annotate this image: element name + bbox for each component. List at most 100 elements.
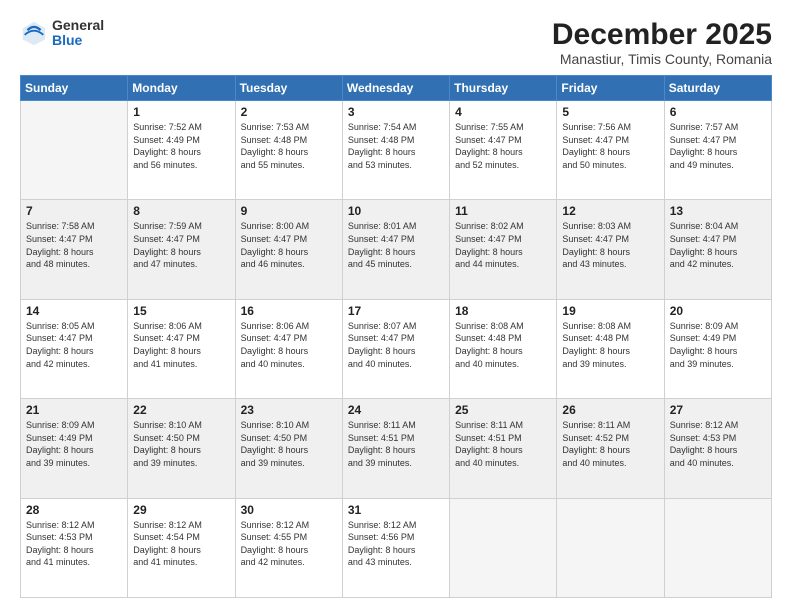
day-number: 19 [562, 304, 658, 318]
calendar-cell [557, 498, 664, 597]
calendar-cell: 21 Sunrise: 8:09 AM Sunset: 4:49 PM Dayli… [21, 399, 128, 498]
day-number: 21 [26, 403, 122, 417]
calendar-cell: 31Sunrise: 8:12 AM Sunset: 4:56 PM Dayli… [342, 498, 449, 597]
day-number: 7 [26, 204, 122, 218]
page: General Blue December 2025 Manastiur, Ti… [0, 0, 792, 612]
calendar-cell: 26 Sunrise: 8:11 AM Sunset: 4:52 PM Dayli… [557, 399, 664, 498]
day-number: 11 [455, 204, 551, 218]
calendar-cell: 2 Sunrise: 7:53 AM Sunset: 4:48 PM Daylig… [235, 101, 342, 200]
day-number: 12 [562, 204, 658, 218]
calendar-cell: 5 Sunrise: 7:56 AM Sunset: 4:47 PM Daylig… [557, 101, 664, 200]
calendar-cell: 29Sunrise: 8:12 AM Sunset: 4:54 PM Dayli… [128, 498, 235, 597]
day-number: 29 [133, 503, 229, 517]
day-number: 18 [455, 304, 551, 318]
calendar-week-3: 14Sunrise: 8:05 AM Sunset: 4:47 PM Dayli… [21, 299, 772, 398]
day-number: 4 [455, 105, 551, 119]
day-number: 16 [241, 304, 337, 318]
calendar-week-5: 28 Sunrise: 8:12 AM Sunset: 4:53 PM Dayli… [21, 498, 772, 597]
calendar-cell: 11 Sunrise: 8:02 AM Sunset: 4:47 PM Dayli… [450, 200, 557, 299]
calendar-week-4: 21 Sunrise: 8:09 AM Sunset: 4:49 PM Dayli… [21, 399, 772, 498]
day-number: 26 [562, 403, 658, 417]
logo-text: General Blue [52, 18, 104, 49]
calendar-cell: 28 Sunrise: 8:12 AM Sunset: 4:53 PM Dayli… [21, 498, 128, 597]
day-info: Sunrise: 7:53 AM Sunset: 4:48 PM Dayligh… [241, 121, 337, 171]
day-number: 8 [133, 204, 229, 218]
calendar-cell [450, 498, 557, 597]
day-info: Sunrise: 7:58 AM Sunset: 4:47 PM Dayligh… [26, 220, 122, 270]
day-info: Sunrise: 8:09 AM Sunset: 4:49 PM Dayligh… [670, 320, 766, 370]
day-number: 20 [670, 304, 766, 318]
calendar-cell: 19 Sunrise: 8:08 AM Sunset: 4:48 PM Dayli… [557, 299, 664, 398]
calendar-week-2: 7 Sunrise: 7:58 AM Sunset: 4:47 PM Daylig… [21, 200, 772, 299]
calendar-cell: 22 Sunrise: 8:10 AM Sunset: 4:50 PM Dayli… [128, 399, 235, 498]
day-number: 25 [455, 403, 551, 417]
calendar-week-1: 1Sunrise: 7:52 AM Sunset: 4:49 PM Daylig… [21, 101, 772, 200]
day-info: Sunrise: 8:10 AM Sunset: 4:50 PM Dayligh… [133, 419, 229, 469]
header: General Blue December 2025 Manastiur, Ti… [20, 18, 772, 67]
day-info: Sunrise: 8:09 AM Sunset: 4:49 PM Dayligh… [26, 419, 122, 469]
day-number: 10 [348, 204, 444, 218]
calendar-cell: 20 Sunrise: 8:09 AM Sunset: 4:49 PM Dayli… [664, 299, 771, 398]
day-info: Sunrise: 8:12 AM Sunset: 4:55 PM Dayligh… [241, 519, 337, 569]
day-number: 14 [26, 304, 122, 318]
day-info: Sunrise: 8:03 AM Sunset: 4:47 PM Dayligh… [562, 220, 658, 270]
day-header-sunday: Sunday [21, 76, 128, 101]
calendar-cell: 10 Sunrise: 8:01 AM Sunset: 4:47 PM Dayli… [342, 200, 449, 299]
day-number: 27 [670, 403, 766, 417]
day-number: 1 [133, 105, 229, 119]
day-info: Sunrise: 8:00 AM Sunset: 4:47 PM Dayligh… [241, 220, 337, 270]
day-number: 28 [26, 503, 122, 517]
day-info: Sunrise: 7:56 AM Sunset: 4:47 PM Dayligh… [562, 121, 658, 171]
day-number: 13 [670, 204, 766, 218]
title-block: December 2025 Manastiur, Timis County, R… [552, 18, 772, 67]
day-info: Sunrise: 7:57 AM Sunset: 4:47 PM Dayligh… [670, 121, 766, 171]
calendar-cell: 8Sunrise: 7:59 AM Sunset: 4:47 PM Daylig… [128, 200, 235, 299]
day-info: Sunrise: 7:55 AM Sunset: 4:47 PM Dayligh… [455, 121, 551, 171]
calendar-cell: 9 Sunrise: 8:00 AM Sunset: 4:47 PM Daylig… [235, 200, 342, 299]
calendar-cell: 4 Sunrise: 7:55 AM Sunset: 4:47 PM Daylig… [450, 101, 557, 200]
day-info: Sunrise: 8:07 AM Sunset: 4:47 PM Dayligh… [348, 320, 444, 370]
calendar-cell [21, 101, 128, 200]
page-subtitle: Manastiur, Timis County, Romania [552, 51, 772, 67]
day-header-thursday: Thursday [450, 76, 557, 101]
calendar-cell: 25 Sunrise: 8:11 AM Sunset: 4:51 PM Dayli… [450, 399, 557, 498]
day-number: 15 [133, 304, 229, 318]
calendar-cell: 13Sunrise: 8:04 AM Sunset: 4:47 PM Dayli… [664, 200, 771, 299]
day-number: 3 [348, 105, 444, 119]
day-number: 5 [562, 105, 658, 119]
calendar-cell: 16Sunrise: 8:06 AM Sunset: 4:47 PM Dayli… [235, 299, 342, 398]
day-info: Sunrise: 8:01 AM Sunset: 4:47 PM Dayligh… [348, 220, 444, 270]
calendar-cell: 15Sunrise: 8:06 AM Sunset: 4:47 PM Dayli… [128, 299, 235, 398]
calendar-header-row: SundayMondayTuesdayWednesdayThursdayFrid… [21, 76, 772, 101]
day-info: Sunrise: 8:11 AM Sunset: 4:51 PM Dayligh… [455, 419, 551, 469]
calendar-cell: 7 Sunrise: 7:58 AM Sunset: 4:47 PM Daylig… [21, 200, 128, 299]
calendar-cell: 23Sunrise: 8:10 AM Sunset: 4:50 PM Dayli… [235, 399, 342, 498]
calendar-cell: 1Sunrise: 7:52 AM Sunset: 4:49 PM Daylig… [128, 101, 235, 200]
day-header-monday: Monday [128, 76, 235, 101]
day-info: Sunrise: 8:08 AM Sunset: 4:48 PM Dayligh… [562, 320, 658, 370]
day-info: Sunrise: 8:12 AM Sunset: 4:53 PM Dayligh… [26, 519, 122, 569]
day-header-friday: Friday [557, 76, 664, 101]
day-number: 23 [241, 403, 337, 417]
calendar-cell [664, 498, 771, 597]
calendar-table: SundayMondayTuesdayWednesdayThursdayFrid… [20, 75, 772, 598]
day-number: 17 [348, 304, 444, 318]
logo: General Blue [20, 18, 104, 49]
calendar-cell: 18 Sunrise: 8:08 AM Sunset: 4:48 PM Dayli… [450, 299, 557, 398]
day-number: 9 [241, 204, 337, 218]
day-number: 24 [348, 403, 444, 417]
calendar-cell: 14Sunrise: 8:05 AM Sunset: 4:47 PM Dayli… [21, 299, 128, 398]
day-number: 2 [241, 105, 337, 119]
calendar-cell: 6Sunrise: 7:57 AM Sunset: 4:47 PM Daylig… [664, 101, 771, 200]
day-number: 30 [241, 503, 337, 517]
page-title: December 2025 [552, 18, 772, 51]
calendar-cell: 27Sunrise: 8:12 AM Sunset: 4:53 PM Dayli… [664, 399, 771, 498]
day-info: Sunrise: 8:08 AM Sunset: 4:48 PM Dayligh… [455, 320, 551, 370]
day-number: 22 [133, 403, 229, 417]
calendar-cell: 3Sunrise: 7:54 AM Sunset: 4:48 PM Daylig… [342, 101, 449, 200]
day-header-tuesday: Tuesday [235, 76, 342, 101]
day-info: Sunrise: 8:11 AM Sunset: 4:52 PM Dayligh… [562, 419, 658, 469]
day-info: Sunrise: 8:02 AM Sunset: 4:47 PM Dayligh… [455, 220, 551, 270]
calendar-cell: 24Sunrise: 8:11 AM Sunset: 4:51 PM Dayli… [342, 399, 449, 498]
calendar-cell: 30 Sunrise: 8:12 AM Sunset: 4:55 PM Dayli… [235, 498, 342, 597]
